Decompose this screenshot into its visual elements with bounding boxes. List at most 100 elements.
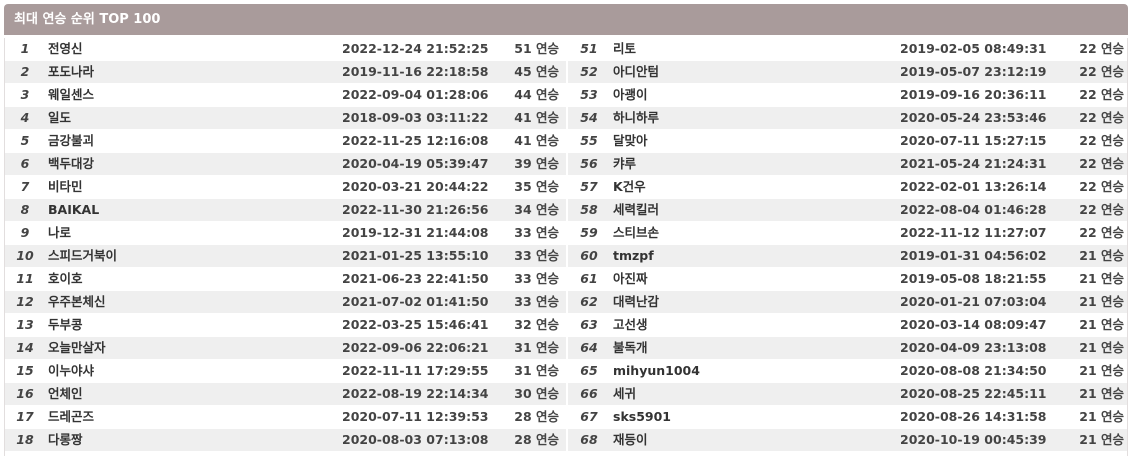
table-row: 4 일도 2018-09-03 03:11:22 41 연승 bbox=[5, 107, 566, 130]
streak-count: 33 연승 bbox=[514, 225, 559, 240]
streak-count: 21 연승 bbox=[1079, 363, 1124, 378]
rank-cell: 55 bbox=[580, 133, 598, 148]
table-row: 13 두부콩 2022-03-25 15:46:41 32 연승 bbox=[5, 314, 566, 337]
rank-cell: 63 bbox=[580, 317, 598, 332]
record-date: 2019-12-31 21:44:08 bbox=[342, 225, 489, 240]
rank-cell: 13 bbox=[16, 317, 34, 332]
table-row: 16 언체인 2022-08-19 22:14:34 30 연승 bbox=[5, 383, 566, 406]
player-name: 나로 bbox=[48, 225, 72, 240]
ranking-column-right: 51 리토 2019-02-05 08:49:31 22 연승 52 아디안텀 2019-0… bbox=[568, 38, 1127, 452]
streak-count: 33 연승 bbox=[514, 248, 559, 263]
rank-cell: 15 bbox=[16, 363, 34, 378]
table-row: 65 mihyun1004 2020-08-08 21:34:50 21 연승 bbox=[568, 360, 1127, 383]
table-row: 55 달맞아 2020-07-11 15:27:15 22 연승 bbox=[568, 130, 1127, 153]
rank-cell: 54 bbox=[580, 110, 598, 125]
record-date: 2020-04-09 23:13:08 bbox=[900, 340, 1047, 355]
record-date: 2021-06-23 22:41:50 bbox=[342, 271, 489, 286]
table-row: 2 포도나라 2019-11-16 22:18:58 45 연승 bbox=[5, 61, 566, 84]
table-row: 51 리토 2019-02-05 08:49:31 22 연승 bbox=[568, 38, 1127, 61]
player-name: 호이호 bbox=[48, 271, 83, 286]
record-date: 2020-08-25 22:45:11 bbox=[900, 386, 1047, 401]
player-name: mihyun1004 bbox=[613, 363, 700, 378]
rank-cell: 14 bbox=[16, 340, 34, 355]
streak-count: 21 연승 bbox=[1079, 294, 1124, 309]
table-row: 56 캬루 2021-05-24 21:24:31 22 연승 bbox=[568, 153, 1127, 176]
player-name: 대력난감 bbox=[613, 294, 660, 309]
table-row: 68 재등이 2020-10-19 00:45:39 21 연승 bbox=[568, 429, 1127, 452]
rank-cell: 58 bbox=[580, 202, 598, 217]
record-date: 2020-03-14 08:09:47 bbox=[900, 317, 1047, 332]
record-date: 2020-10-19 00:45:39 bbox=[900, 432, 1047, 447]
player-name: 백두대강 bbox=[48, 156, 95, 171]
rank-cell: 61 bbox=[580, 271, 598, 286]
player-name: 리토 bbox=[613, 41, 637, 56]
record-date: 2020-08-26 14:31:58 bbox=[900, 409, 1047, 424]
record-date: 2021-01-25 13:55:10 bbox=[342, 248, 489, 263]
record-date: 2020-05-24 23:53:46 bbox=[900, 110, 1047, 125]
record-date: 2022-09-06 22:06:21 bbox=[342, 340, 489, 355]
record-date: 2022-12-24 21:52:25 bbox=[342, 41, 489, 56]
player-name: 달맞아 bbox=[613, 133, 648, 148]
table-row: 53 아괭이 2019-09-16 20:36:11 22 연승 bbox=[568, 84, 1127, 107]
player-name: 세력킬러 bbox=[613, 202, 660, 217]
rank-cell: 60 bbox=[580, 248, 598, 263]
record-date: 2022-02-01 13:26:14 bbox=[900, 179, 1047, 194]
player-name: 우주본체신 bbox=[48, 294, 106, 309]
streak-count: 44 연승 bbox=[514, 87, 559, 102]
rank-cell: 7 bbox=[20, 179, 30, 194]
record-date: 2019-11-16 22:18:58 bbox=[342, 64, 489, 79]
rank-cell: 3 bbox=[20, 87, 30, 102]
table-row: 6 백두대강 2020-04-19 05:39:47 39 연승 bbox=[5, 153, 566, 176]
record-date: 2020-03-21 20:44:22 bbox=[342, 179, 489, 194]
table-row: 60 tmzpf 2019-01-31 04:56:02 21 연승 bbox=[568, 245, 1127, 268]
table-row: 62 대력난감 2020-01-21 07:03:04 21 연승 bbox=[568, 291, 1127, 314]
table-row: 58 세력킬러 2022-08-04 01:46:28 22 연승 bbox=[568, 199, 1127, 222]
streak-count: 41 연승 bbox=[514, 110, 559, 125]
record-date: 2019-01-31 04:56:02 bbox=[900, 248, 1047, 263]
record-date: 2020-04-19 05:39:47 bbox=[342, 156, 489, 171]
rank-cell: 67 bbox=[580, 409, 598, 424]
streak-count: 33 연승 bbox=[514, 294, 559, 309]
table-row: 15 이누야샤 2022-11-11 17:29:55 31 연승 bbox=[5, 360, 566, 383]
record-date: 2019-09-16 20:36:11 bbox=[900, 87, 1047, 102]
rank-cell: 53 bbox=[580, 87, 598, 102]
streak-count: 22 연승 bbox=[1079, 87, 1124, 102]
player-name: 불독개 bbox=[613, 340, 648, 355]
table-row: 11 호이호 2021-06-23 22:41:50 33 연승 bbox=[5, 268, 566, 291]
table-row: 66 세귀 2020-08-25 22:45:11 21 연승 bbox=[568, 383, 1127, 406]
streak-count: 21 연승 bbox=[1079, 409, 1124, 424]
streak-count: 22 연승 bbox=[1079, 64, 1124, 79]
record-date: 2022-09-04 01:28:06 bbox=[342, 87, 489, 102]
streak-count: 51 연승 bbox=[514, 41, 559, 56]
record-date: 2022-08-04 01:46:28 bbox=[900, 202, 1047, 217]
player-name: 고선생 bbox=[613, 317, 648, 332]
record-date: 2020-07-11 15:27:15 bbox=[900, 133, 1047, 148]
record-date: 2019-02-05 08:49:31 bbox=[900, 41, 1047, 56]
streak-count: 41 연승 bbox=[514, 133, 559, 148]
streak-count: 28 연승 bbox=[514, 409, 559, 424]
record-date: 2020-08-08 21:34:50 bbox=[900, 363, 1047, 378]
streak-count: 35 연승 bbox=[514, 179, 559, 194]
player-name: 금강불괴 bbox=[48, 133, 95, 148]
streak-count: 30 연승 bbox=[514, 386, 559, 401]
player-name: sks5901 bbox=[613, 409, 671, 424]
table-row: 7 비타민 2020-03-21 20:44:22 35 연승 bbox=[5, 176, 566, 199]
streak-count: 21 연승 bbox=[1079, 317, 1124, 332]
streak-count: 34 연승 bbox=[514, 202, 559, 217]
streak-count: 21 연승 bbox=[1079, 340, 1124, 355]
player-name: 오늘만살자 bbox=[48, 340, 106, 355]
rank-cell: 16 bbox=[16, 386, 34, 401]
record-date: 2019-05-08 18:21:55 bbox=[900, 271, 1047, 286]
rank-cell: 62 bbox=[580, 294, 598, 309]
rank-cell: 17 bbox=[16, 409, 34, 424]
record-date: 2021-07-02 01:41:50 bbox=[342, 294, 489, 309]
rank-cell: 56 bbox=[580, 156, 598, 171]
streak-count: 21 연승 bbox=[1079, 271, 1124, 286]
rank-cell: 12 bbox=[16, 294, 34, 309]
record-date: 2020-01-21 07:03:04 bbox=[900, 294, 1047, 309]
table-row: 8 BAIKAL 2022-11-30 21:26:56 34 연승 bbox=[5, 199, 566, 222]
table-row: 63 고선생 2020-03-14 08:09:47 21 연승 bbox=[568, 314, 1127, 337]
record-date: 2022-03-25 15:46:41 bbox=[342, 317, 489, 332]
player-name: 두부콩 bbox=[48, 317, 83, 332]
rank-cell: 64 bbox=[580, 340, 598, 355]
